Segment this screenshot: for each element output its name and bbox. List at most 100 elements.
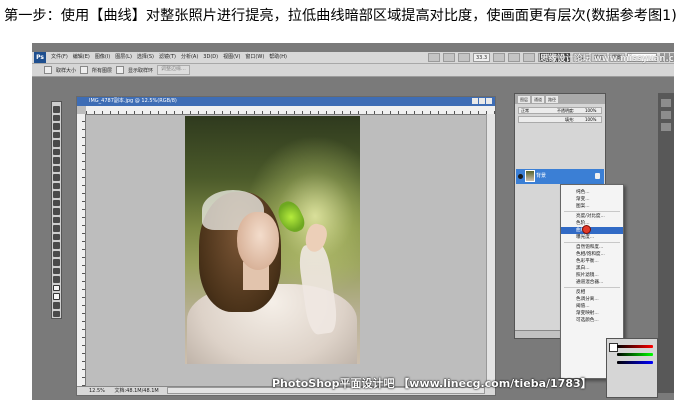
menu-view[interactable]: 视图(V) — [222, 52, 241, 63]
menu-item-color-balance[interactable]: 色彩平衡... — [561, 258, 623, 265]
opacity-value[interactable]: 100% — [585, 108, 596, 113]
menu-item-gradient[interactable]: 渐变... — [561, 196, 623, 203]
history-brush-tool-icon[interactable] — [53, 182, 60, 190]
menu-item-exposure[interactable]: 曝光度... — [561, 234, 623, 241]
dock-history-icon[interactable] — [661, 99, 671, 107]
arrange-docs-button[interactable] — [523, 53, 536, 62]
shape-tool-icon[interactable] — [53, 250, 60, 258]
doc-close-icon[interactable] — [486, 98, 492, 104]
menu-item-invert[interactable]: 反相 — [561, 289, 623, 296]
fill-row: 填充: 100% — [518, 116, 602, 123]
eye-icon[interactable] — [518, 174, 523, 179]
path-select-tool-icon[interactable] — [53, 242, 60, 249]
tab-layers[interactable]: 图层 — [518, 96, 530, 103]
lasso-tool-icon[interactable] — [53, 123, 60, 130]
menu-edit[interactable]: 编辑(E) — [72, 52, 91, 63]
menu-item-black-white[interactable]: 黑白... — [561, 265, 623, 272]
menu-layer[interactable]: 图层(L) — [114, 52, 133, 63]
menu-item-posterize[interactable]: 色调分离... — [561, 296, 623, 303]
menu-item-selective-color[interactable]: 可选颜色... — [561, 317, 623, 324]
zoom-tool-icon[interactable] — [53, 276, 60, 283]
menu-item-brightness-contrast[interactable]: 亮度/对比度... — [561, 213, 623, 220]
marquee-tool-icon[interactable] — [53, 114, 60, 122]
menu-3d[interactable]: 3D(D) — [202, 52, 219, 63]
mini-bridge-button[interactable] — [443, 53, 455, 62]
menu-separator — [564, 242, 620, 243]
watermark-top: 思缘设计论坛 www.missyuan.com — [540, 54, 674, 64]
menu-item-levels[interactable]: 色阶... — [561, 220, 623, 227]
menu-filter[interactable]: 滤镜(T) — [158, 52, 177, 63]
type-tool-icon[interactable] — [53, 233, 60, 241]
menu-item-solid-color[interactable]: 纯色... — [561, 189, 623, 196]
dock-brush-icon[interactable] — [661, 111, 671, 119]
menu-image[interactable]: 图像(I) — [94, 52, 111, 63]
color-panel — [606, 338, 658, 398]
horizontal-ruler[interactable] — [86, 106, 495, 115]
canvas-photo[interactable] — [185, 116, 360, 364]
doc-maximize-icon[interactable] — [479, 98, 485, 104]
fill-value[interactable]: 100% — [585, 117, 596, 122]
watermark-bottom: PhotoShop平面设计吧 【www.linecg.com/tieba/178… — [272, 377, 592, 390]
menu-item-curves[interactable]: 曲线... — [561, 227, 623, 234]
dock-character-icon[interactable] — [661, 123, 671, 131]
crop-tool-icon[interactable] — [53, 140, 60, 147]
blend-mode-select[interactable]: 正常 — [521, 108, 529, 113]
hand-tool-icon[interactable] — [53, 267, 60, 275]
ps-logo-icon: Ps — [34, 52, 46, 63]
menu-select[interactable]: 选择(S) — [136, 52, 155, 63]
menu-item-photo-filter[interactable]: 照片滤镜... — [561, 272, 623, 279]
menu-help[interactable]: 帮助(H) — [268, 52, 288, 63]
tab-paths[interactable]: 路径 — [546, 96, 558, 103]
stamp-tool-icon[interactable] — [53, 174, 60, 181]
cursor-icon — [582, 225, 591, 234]
eraser-tool-icon[interactable] — [53, 191, 60, 198]
blue-slider[interactable] — [617, 361, 653, 364]
rotate-view-button[interactable] — [508, 53, 521, 62]
3d-rotate-tool-icon[interactable] — [53, 259, 60, 266]
dodge-tool-icon[interactable] — [53, 216, 60, 224]
menu-item-threshold[interactable]: 阈值... — [561, 303, 623, 310]
eyedropper-icon[interactable] — [44, 66, 52, 74]
zoom-level[interactable]: 33.3 — [473, 53, 491, 62]
opacity-label: 不透明度: — [557, 108, 575, 113]
menu-item-channel-mixer[interactable]: 通道混合器... — [561, 279, 623, 286]
menu-item-gradient-map[interactable]: 渐变映射... — [561, 310, 623, 317]
menu-file[interactable]: 文件(F) — [50, 52, 69, 63]
foreground-color-swatch[interactable] — [53, 284, 60, 292]
document-title[interactable]: IMG_4787副本.jpg @ 12.5%(RGB/8) — [77, 97, 495, 106]
menu-analysis[interactable]: 分析(A) — [180, 52, 199, 63]
bridge-button[interactable] — [428, 53, 440, 62]
screen-mode-icon[interactable] — [53, 310, 60, 318]
menu-separator — [564, 287, 620, 288]
options-bar: 取样大小 所有图层 显示取样环 调整边缘... — [32, 64, 674, 77]
guides-button[interactable] — [458, 53, 470, 62]
green-slider[interactable] — [617, 353, 653, 356]
hand-tool-button[interactable] — [493, 53, 506, 62]
doc-minimize-icon[interactable] — [472, 98, 478, 104]
all-layers-checkbox[interactable] — [80, 66, 89, 74]
sample-size-label[interactable]: 取样大小 — [56, 67, 76, 74]
menu-item-hue-saturation[interactable]: 色相/饱和度... — [561, 251, 623, 258]
menu-item-vibrance[interactable]: 自然饱和度... — [561, 244, 623, 251]
status-zoom[interactable]: 12.5% — [89, 388, 105, 394]
show-ring-checkbox[interactable] — [116, 66, 125, 74]
menu-window[interactable]: 窗口(W) — [244, 52, 265, 63]
eyedropper-tool-icon[interactable] — [53, 148, 60, 156]
blur-tool-icon[interactable] — [53, 208, 60, 215]
menu-item-pattern[interactable]: 图案... — [561, 203, 623, 210]
healing-tool-icon[interactable] — [53, 157, 60, 164]
vertical-ruler[interactable] — [77, 114, 86, 386]
move-tool-icon[interactable] — [53, 106, 60, 113]
refine-edge-button[interactable]: 调整边缘... — [157, 65, 190, 75]
red-slider[interactable] — [617, 345, 653, 348]
lock-icon — [595, 173, 600, 179]
menu-separator — [564, 211, 620, 212]
pen-tool-icon[interactable] — [53, 225, 60, 232]
tab-channels[interactable]: 通道 — [532, 96, 544, 103]
vertical-scrollbar[interactable] — [486, 114, 495, 386]
brush-tool-icon[interactable] — [53, 165, 60, 173]
quick-mask-icon[interactable] — [53, 302, 60, 309]
quick-select-tool-icon[interactable] — [53, 131, 60, 139]
gradient-tool-icon[interactable] — [53, 199, 60, 207]
background-color-swatch[interactable] — [53, 293, 60, 301]
